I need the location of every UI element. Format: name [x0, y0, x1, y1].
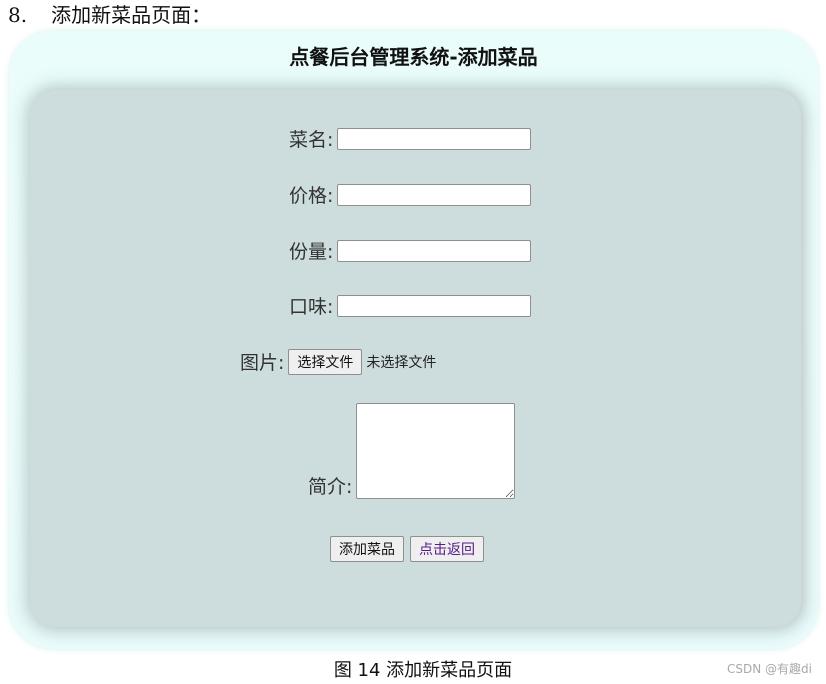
portion-label: 份量: — [289, 241, 334, 263]
dish-name-input[interactable] — [337, 127, 532, 150]
flavor-label: 口味: — [289, 296, 334, 318]
flavor-input[interactable] — [337, 294, 532, 317]
add-dish-form: 菜名: 价格: 份量: 口味: 图片: 选择文件 未选择文件 简介: 添加菜品 … — [30, 90, 801, 627]
figure-caption: 图 14 添加新菜品页面 — [333, 660, 513, 681]
file-status-text: 未选择文件 — [366, 354, 437, 371]
heading-number: 8. — [8, 3, 28, 27]
intro-label: 简介: — [308, 476, 353, 498]
form-row-price: 价格: — [289, 181, 532, 208]
form-row-image: 图片: 选择文件 未选择文件 — [240, 348, 436, 375]
choose-file-button[interactable]: 选择文件 — [288, 348, 363, 375]
form-row-flavor: 口味: — [289, 292, 532, 319]
page-title: 点餐后台管理系统-添加菜品 — [289, 45, 538, 69]
app-window: 点餐后台管理系统-添加菜品 菜名: 价格: 份量: 口味: 图片: 选择文件 未… — [9, 31, 818, 649]
heading-text: 添加新菜品页面： — [51, 3, 212, 27]
form-row-portion: 份量: — [289, 237, 532, 264]
portion-input[interactable] — [337, 239, 532, 262]
form-row-intro: 简介: — [308, 403, 516, 499]
form-row-name: 菜名: — [289, 125, 532, 152]
form-actions: 添加菜品 点击返回 — [330, 536, 490, 562]
price-input[interactable] — [337, 183, 532, 206]
intro-textarea[interactable] — [356, 403, 516, 499]
document-heading: 8. 添加新菜品页面： — [8, 0, 211, 30]
add-dish-button[interactable]: 添加菜品 — [330, 536, 404, 562]
back-button[interactable]: 点击返回 — [410, 536, 484, 562]
watermark: CSDN @有趣di — [727, 662, 812, 676]
price-label: 价格: — [289, 185, 334, 207]
image-label: 图片: — [240, 352, 285, 374]
dish-name-label: 菜名: — [289, 129, 334, 151]
